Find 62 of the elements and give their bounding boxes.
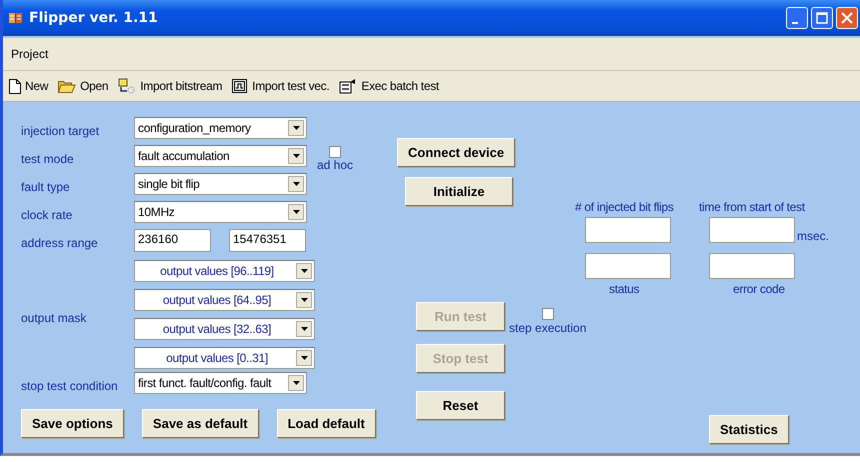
window-title: Flipper ver. 1.11 (29, 10, 158, 26)
minimize-icon (792, 22, 798, 24)
chip-arrow-icon (118, 78, 136, 94)
dropdown[interactable]: fault accumulation (134, 145, 307, 167)
field-label: injection target (21, 123, 100, 138)
maximize-icon (816, 12, 828, 24)
caret-icon (292, 381, 300, 385)
toolbar-link[interactable]: Exec batch test (361, 79, 439, 93)
caret-icon (292, 210, 300, 214)
field-label: address range (21, 235, 99, 250)
waveform-window-icon (232, 78, 248, 94)
field-label: fault type (21, 179, 71, 194)
statistics-button[interactable]: Statistics (709, 415, 789, 444)
field-label: status (609, 282, 640, 296)
dropdown[interactable]: output values [0..31] (134, 347, 315, 369)
dropdown[interactable]: configuration_memory (134, 117, 307, 139)
clipboard-icon (339, 78, 358, 94)
field-label: error code (733, 282, 785, 296)
caret-icon (292, 182, 300, 186)
toolbar-link[interactable]: New (25, 79, 48, 93)
action-button[interactable]: Reset (416, 391, 505, 420)
menu-item[interactable]: Project (11, 47, 48, 61)
caret-icon (300, 356, 308, 360)
document-icon (9, 78, 21, 94)
action-button[interactable]: Initialize (405, 177, 513, 206)
toolbar-link[interactable]: Import test vec. (252, 79, 330, 93)
checkbox[interactable] (542, 308, 554, 320)
dropdown[interactable]: single bit flip (134, 173, 307, 195)
field-label: clock rate (21, 207, 74, 222)
field-label: # of injected bit flips (575, 200, 674, 214)
dropdown[interactable]: 10MHz (134, 201, 307, 223)
close-button[interactable] (836, 7, 858, 29)
maximize-button[interactable] (811, 7, 833, 29)
field-label: test mode (21, 151, 75, 166)
folder-icon (58, 79, 76, 93)
minimize-button[interactable] (786, 7, 808, 29)
app-icon (9, 12, 23, 24)
checkbox-label: ad hoc (317, 158, 354, 172)
dropdown[interactable]: output values [32..63] (134, 318, 315, 340)
field-label: stop test condition (21, 378, 119, 393)
checkbox[interactable] (329, 146, 342, 158)
close-icon (841, 12, 853, 24)
caret-icon (292, 126, 300, 130)
field-label: time from start of test (699, 200, 805, 214)
action-button[interactable]: Load default (276, 409, 376, 438)
action-button[interactable]: Connect device (397, 138, 516, 167)
caret-icon (300, 327, 308, 331)
dropdown[interactable]: first funct. fault/config. fault (134, 372, 307, 394)
dropdown[interactable]: output values [64..95] (134, 289, 315, 311)
input-field[interactable]: 236160 (134, 228, 211, 252)
caret-icon (300, 269, 308, 273)
unit-label: msec. (797, 229, 830, 243)
action-button[interactable]: Save options (21, 409, 124, 438)
toolbar-link[interactable]: Import bitstream (140, 79, 222, 93)
input-field[interactable]: 15476351 (229, 228, 306, 252)
field-label: output mask (21, 310, 88, 324)
caret-icon (300, 298, 308, 302)
action-button[interactable]: Save as default (142, 409, 259, 438)
dropdown[interactable]: output values [96..119] (134, 260, 315, 282)
toolbar-link[interactable]: Open (80, 79, 108, 93)
checkbox-label: step execution (509, 321, 586, 335)
caret-icon (292, 154, 300, 158)
